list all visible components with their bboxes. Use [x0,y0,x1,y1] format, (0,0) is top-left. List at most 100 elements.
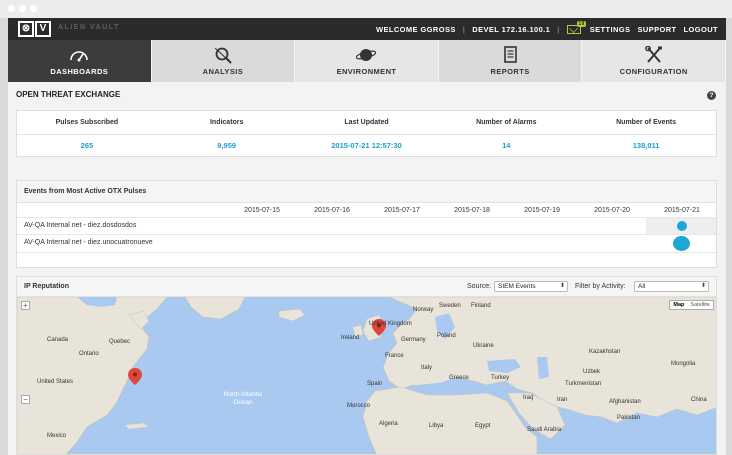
filter-select[interactable]: All [634,281,709,292]
otx-stats-panel: Pulses Subscribed Indicators Last Update… [16,110,717,157]
stat-events[interactable]: 138,011 [576,135,716,157]
tab-environment[interactable]: ENVIRONMENT [295,40,439,82]
event-row[interactable]: AV-QA Internal net - diez.unocuatronueve [17,235,716,253]
map-label: Mexico [47,433,67,439]
planet-icon [356,49,377,61]
window-maximize-dot[interactable] [30,5,37,12]
map-label: United States [37,379,74,385]
window-minimize-dot[interactable] [19,5,26,12]
event-name: AV-QA Internal net - diez.dosdosdos [24,222,137,229]
map-label: Spain [367,381,383,387]
stat-header: Number of Alarms [436,111,577,135]
alienvault-logo[interactable]: ⊗ V [18,21,51,37]
map-label: Afghanistan [609,399,641,405]
main-nav: DASHBOARDS ANALYSIS ENVIRONMENT REPORTS … [8,40,726,87]
date-label: 2015-07-20 [594,207,630,214]
tab-label: ENVIRONMENT [336,67,397,76]
page-title: OPEN THREAT EXCHANGE [16,90,121,99]
filter-label: Filter by Activity: [575,283,626,290]
date-label: 2015-07-15 [244,207,280,214]
browser-chrome [0,0,732,18]
map-label: Saudi Arabia [527,427,562,433]
map-label: United Kingdom [369,321,412,327]
app-frame: ⊗ V ALIEN VAULT WELCOME GGROSS | DEVEL 1… [8,18,726,455]
map-type-toggle: Map Satellite [669,300,714,310]
zoom-out-button[interactable]: − [21,395,30,404]
event-bubble-large[interactable] [673,236,690,251]
document-icon [504,46,517,63]
map-label: Ireland [341,335,360,341]
support-link[interactable]: SUPPORT [637,25,676,34]
settings-link[interactable]: SETTINGS [590,25,631,34]
event-row[interactable]: AV-QA Internal net - diez.dosdosdos [17,218,716,235]
tab-dashboards[interactable]: DASHBOARDS [8,40,152,87]
tab-analysis[interactable]: ANALYSIS [151,40,296,82]
map-label-ocean: North Atlantic Ocean [223,391,263,406]
map-view-button[interactable]: Map [670,301,687,309]
stat-header: Last Updated [296,111,437,135]
tab-configuration[interactable]: CONFIGURATION [582,40,726,82]
tools-icon [644,46,662,63]
map-label: Morocco [347,403,371,409]
map-label: Finland [471,303,491,309]
separator: | [557,24,560,34]
map-label: Libya [429,423,444,429]
map-label: Poland [437,333,456,339]
mail-badge: 19 [577,20,586,27]
tab-label: CONFIGURATION [619,67,688,76]
map-label: Turkmenistan [565,381,602,387]
stat-header: Number of Events [576,111,716,135]
logout-link[interactable]: LOGOUT [684,25,718,34]
ip-reputation-panel: IP Reputation Source: SIEM Events Filter… [16,276,717,455]
map-label: Kazakhstan [589,349,621,355]
map-label: Pakistan [617,415,641,421]
stat-last-updated[interactable]: 2015-07-21 12:57:30 [297,135,437,157]
dashboard-icon [70,51,89,62]
date-label: 2015-07-16 [314,207,350,214]
mail-icon[interactable]: 19 [566,20,586,34]
tab-reports[interactable]: REPORTS [438,40,583,82]
tab-label: REPORTS [490,67,530,76]
source-label: Source: [467,283,492,290]
tab-label: ANALYSIS [202,67,244,76]
brand-name: ALIEN VAULT [58,24,120,31]
world-map[interactable]: Map Satellite + − United States Mexico C… [17,297,716,454]
stat-pulses-subscribed[interactable]: 265 [17,135,157,157]
map-label: Iraq [523,395,534,401]
map-label: Iran [557,397,568,403]
magnifier-icon [214,47,232,64]
map-label: Norway [413,307,434,313]
stat-alarms[interactable]: 14 [436,135,576,157]
map-label: Canada [47,337,69,343]
event-bubble-small[interactable] [677,221,687,231]
stat-indicators[interactable]: 9,959 [157,135,297,157]
map-label: Quebec [109,339,131,345]
otx-events-panel: Events from Most Active OTX Pulses 2015-… [16,180,717,268]
top-bar: ⊗ V ALIEN VAULT WELCOME GGROSS | DEVEL 1… [8,18,726,40]
map-canvas [17,297,716,454]
date-label: 2015-07-21 [664,207,700,214]
date-label: 2015-07-17 [384,207,420,214]
stats-value-row: 265 9,959 2015-07-21 12:57:30 14 138,011 [17,135,716,157]
map-label: Turkey [491,375,510,381]
logo-mark-left: ⊗ [18,21,34,37]
page-content: OPEN THREAT EXCHANGE ? Pulses Subscribed… [8,82,726,455]
stat-header: Pulses Subscribed [17,111,157,135]
welcome-text: WELCOME GGROSS [376,24,456,34]
map-label: Germany [401,337,426,343]
zoom-in-button[interactable]: + [21,301,30,310]
map-label: China [691,397,707,403]
stats-header-row: Pulses Subscribed Indicators Last Update… [17,111,716,135]
satellite-view-button[interactable]: Satellite [687,301,713,309]
source-select[interactable]: SIEM Events [494,281,568,292]
map-label: Greece [449,375,469,381]
ip-reputation-title: IP Reputation [24,283,69,290]
map-label: Mongolia [671,361,696,367]
map-label: Algeria [379,421,398,427]
stat-header: Indicators [156,111,297,135]
window-close-dot[interactable] [8,5,15,12]
help-icon[interactable]: ? [707,91,716,100]
map-label: Egypt [475,423,491,429]
events-date-header: 2015-07-15 2015-07-16 2015-07-17 2015-07… [17,203,716,218]
map-label: Sweden [439,303,461,309]
